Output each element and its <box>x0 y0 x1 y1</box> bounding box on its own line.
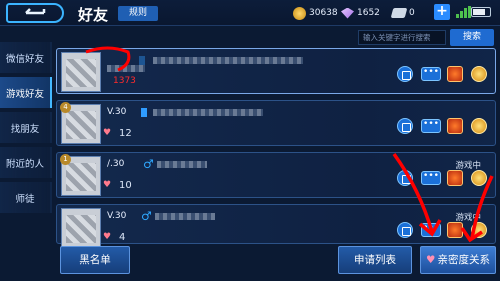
back-arrow-icon <box>25 8 46 15</box>
chat-icon[interactable]: ••• <box>421 67 441 81</box>
heart-icon: ♥ <box>103 232 112 242</box>
coin-icon <box>293 6 306 20</box>
voucher-counter: 0 <box>390 5 415 21</box>
intimacy-relation-label: 亲密度关系 <box>437 254 490 266</box>
gift-icon[interactable] <box>447 170 463 186</box>
gift-icon[interactable] <box>447 66 463 82</box>
lottery-icon[interactable] <box>471 66 487 82</box>
voucher-value: 0 <box>409 8 415 18</box>
blacklist-button[interactable]: 黑名单 <box>60 246 130 274</box>
sidebar-item-game-friends[interactable]: 游戏好友 <box>0 77 52 108</box>
level-label: V.30 <box>107 211 127 221</box>
friend-name-redacted <box>153 109 263 116</box>
page-title: 好友 <box>78 6 109 24</box>
avatar[interactable] <box>61 208 101 248</box>
friend-name-redacted <box>155 213 215 220</box>
signal-icon <box>456 6 471 18</box>
intimacy-value: 12 <box>119 128 132 139</box>
manage-icon[interactable] <box>397 118 413 134</box>
friend-row[interactable]: 1373 ••• <box>56 48 496 94</box>
male-icon: ♂ <box>143 157 154 171</box>
friend-list: 1373 ••• 4 V.30 ♥ 12 ••• 1 /.30 ♂ ♥ 10 游… <box>56 48 496 250</box>
recharge-plus-button[interactable]: + <box>434 4 450 20</box>
chat-icon[interactable]: ••• <box>421 223 441 237</box>
chat-icon[interactable]: ••• <box>421 171 441 185</box>
manage-icon[interactable] <box>397 222 413 238</box>
friend-name-redacted <box>153 57 303 64</box>
male-icon: ♂ <box>141 209 152 223</box>
diamond-value: 1652 <box>357 8 380 18</box>
top-bar: 好友 规则 30638 1652 0 + <box>0 0 500 26</box>
requests-button[interactable]: 申请列表 <box>338 246 412 274</box>
sidebar: 微信好友 游戏好友 找朋友 附近的人 师徒 <box>0 42 52 217</box>
friend-row[interactable]: V.30 ♂ ♥ 4 游戏中 ••• <box>56 204 496 248</box>
manage-icon[interactable] <box>397 66 413 82</box>
chat-icon[interactable]: ••• <box>421 119 441 133</box>
friend-row[interactable]: 1 /.30 ♂ ♥ 10 游戏中 ••• <box>56 152 496 198</box>
rank-badge: 1 <box>60 154 71 165</box>
avatar[interactable]: 1 <box>60 154 101 196</box>
intimacy-value: 4 <box>119 232 126 243</box>
coin-counter: 30638 <box>293 5 338 21</box>
search-input[interactable]: 输入关键字进行搜索 <box>358 30 446 45</box>
diamond-icon <box>341 7 354 19</box>
level-label: V.30 <box>107 107 127 117</box>
bottom-bar: 黑名单 申请列表 ♥ 亲密度关系 <box>56 246 496 276</box>
intimacy-relation-button[interactable]: ♥ 亲密度关系 <box>420 246 496 274</box>
rules-button[interactable]: 规则 <box>118 6 158 21</box>
battery-icon <box>471 7 491 17</box>
sidebar-item-mentor[interactable]: 师徒 <box>0 182 52 213</box>
avatar[interactable]: 4 <box>60 102 101 144</box>
sidebar-item-wechat-friends[interactable]: 微信好友 <box>0 42 52 73</box>
heart-icon: ♥ <box>103 180 112 190</box>
heart-icon: ♥ <box>426 254 436 266</box>
friend-row[interactable]: 4 V.30 ♥ 12 ••• <box>56 100 496 146</box>
badge-icon <box>141 108 147 117</box>
coin-value: 30638 <box>309 8 338 18</box>
intimacy-value: 1373 <box>113 76 136 86</box>
gift-icon[interactable] <box>447 118 463 134</box>
heart-icon: ♥ <box>103 128 112 138</box>
rank-badge: 4 <box>60 102 71 113</box>
intimacy-value: 10 <box>119 180 132 191</box>
avatar[interactable] <box>61 52 101 92</box>
sidebar-item-nearby[interactable]: 附近的人 <box>0 147 52 178</box>
search-button[interactable]: 搜索 <box>450 29 494 46</box>
lottery-icon[interactable] <box>471 222 487 238</box>
friend-name-redacted <box>157 161 207 168</box>
lottery-icon[interactable] <box>471 170 487 186</box>
lottery-icon[interactable] <box>471 118 487 134</box>
diamond-counter: 1652 <box>341 5 380 21</box>
level-label: /.30 <box>107 159 125 169</box>
sidebar-item-find-friends[interactable]: 找朋友 <box>0 112 52 143</box>
back-button[interactable] <box>6 3 64 23</box>
gift-icon[interactable] <box>447 222 463 238</box>
voucher-icon <box>390 8 408 18</box>
manage-icon[interactable] <box>397 170 413 186</box>
